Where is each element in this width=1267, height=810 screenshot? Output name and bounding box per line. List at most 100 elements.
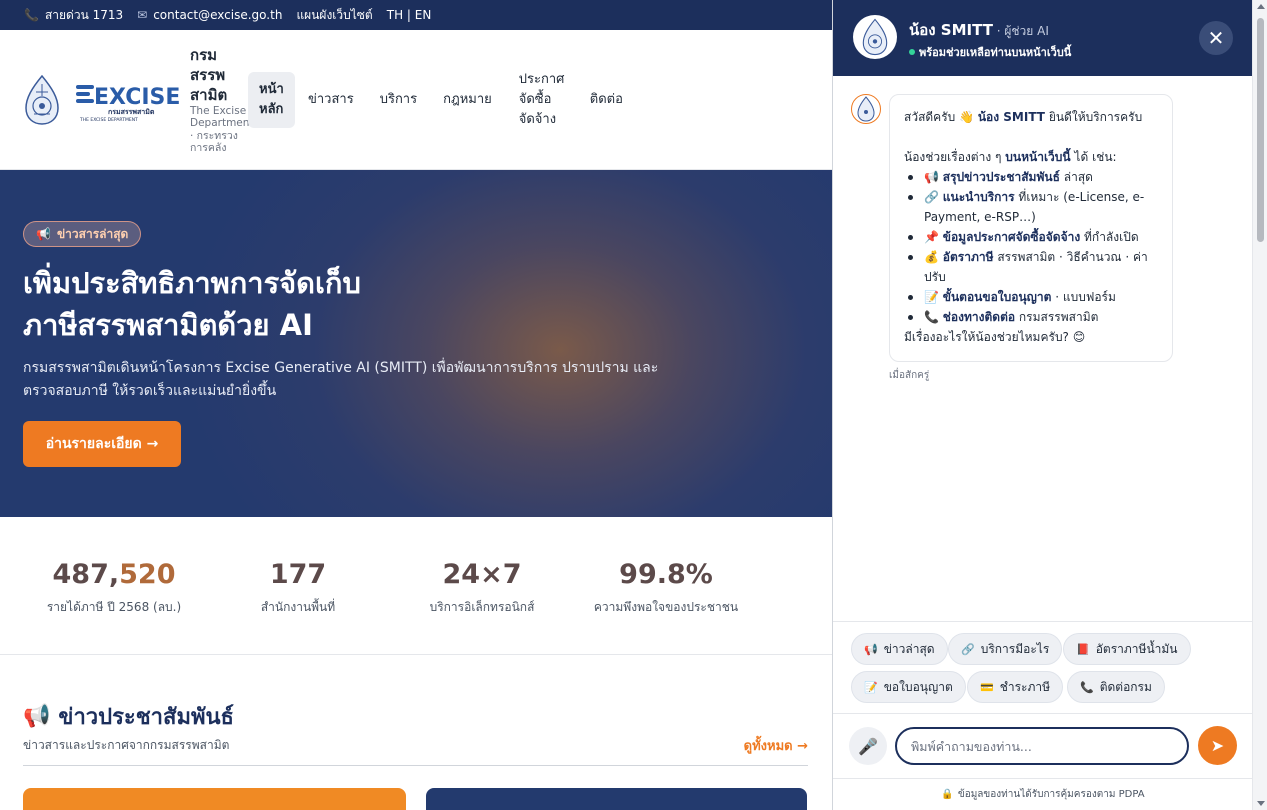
item-bold: แนะนำบริการ — [942, 190, 1015, 204]
hero-title-line2: ภาษีสรรพสามิตด้วย AI — [23, 308, 313, 342]
item-icon: 📝 — [924, 290, 943, 304]
chip-pay-tax[interactable]: 💳 ชำระภาษี — [967, 671, 1064, 703]
org-name: กรมสรรพสามิต — [190, 45, 228, 104]
list-item: 📞 ช่องทางติดต่อ กรมสรรพสามิต — [904, 307, 1158, 327]
chip-latest-news[interactable]: 📢 ข่าวล่าสุด — [851, 633, 948, 665]
item-icon: 💰 — [924, 250, 943, 264]
scroll-up-arrow-icon[interactable] — [1257, 4, 1265, 9]
assistant-role: · ผู้ช่วย AI — [992, 24, 1049, 38]
item-bold: ข้อมูลประกาศจัดซื้อจัดจ้าง — [942, 230, 1081, 244]
greeting-pre: สวัสดีครับ 👋 — [904, 110, 978, 124]
nav-contact[interactable]: ติดต่อ — [577, 90, 636, 110]
list-item: 📌 ข้อมูลประกาศจัดซื้อจัดจ้าง ที่กำลังเปิ… — [904, 227, 1158, 247]
view-all-link[interactable]: ดูทั้งหมด → — [744, 735, 808, 756]
hero-title: เพิ่มประสิทธิภาพการจัดเก็บ ภาษีสรรพสามิต… — [23, 262, 543, 346]
item-rest: กรมสรรพสามิต — [1015, 310, 1099, 324]
chip-license[interactable]: 📝 ขอใบอนุญาต — [851, 671, 966, 703]
phone-icon: 📞 — [24, 8, 39, 22]
top-bar: 📞 สายด่วน 1713 ✉ contact@excise.go.th แผ… — [0, 0, 832, 30]
stat-label: รายได้ภาษี ปี 2568 (ลบ.) — [46, 600, 182, 614]
item-bold: สรุปข่าวประชาสัมพันธ์ — [942, 170, 1060, 184]
emblem-icon — [862, 18, 888, 56]
intro-line: น้องช่วยเรื่องต่าง ๆ บนหน้าเว็บนี้ ได้ เ… — [904, 147, 1158, 167]
org-subtitle: The Excise Department · กระทรวงการคลัง — [190, 104, 254, 155]
mail-icon: ✉ — [137, 8, 148, 22]
list-item: 🔗 แนะนำบริการ ที่เหมาะ (e-License, e-Pay… — [904, 187, 1158, 227]
chat-input[interactable] — [895, 727, 1189, 765]
news-section: 📢 ข่าวประชาสัมพันธ์ ข่าวสารและประกาศจากก… — [0, 655, 832, 810]
assistant-status-text: พร้อมช่วยเหลือท่านบนหน้าเว็บนี้ — [919, 46, 1072, 59]
phone-icon: 📞 — [1080, 680, 1094, 694]
org-block: กรมสรรพสามิต The Excise Department · กระ… — [190, 45, 254, 155]
chip-label: ขอใบอนุญาต — [883, 679, 953, 694]
stat-value-accent: 520 — [119, 559, 176, 590]
stat-label: สำนักงานพื้นที่ — [260, 600, 336, 614]
assistant-avatar — [853, 15, 897, 59]
bot-message: สวัสดีครับ 👋 น้อง SMITT ยินดีให้บริการคร… — [889, 94, 1173, 362]
stat-value: 177 — [269, 559, 327, 590]
news-title-text: ข่าวประชาสัมพันธ์ — [58, 705, 234, 730]
email-text: contact@excise.go.th — [153, 8, 283, 22]
stat-offices: 177 สำนักงานพื้นที่ — [206, 517, 390, 654]
sitemap-text: แผนผังเว็บไซต์ — [296, 7, 373, 22]
quick-replies: 📢 ข่าวล่าสุด 🔗 บริการมีอะไร 📕 อัตราภาษีน้ำม… — [833, 621, 1253, 714]
excise-logo[interactable]: EXCISE กรมสรรพสามิต THE EXCISE DEPARTMEN… — [74, 77, 180, 123]
stat-value: 99.8% — [619, 559, 713, 590]
email-link[interactable]: ✉ contact@excise.go.th — [137, 8, 282, 22]
chip-services[interactable]: 🔗 บริการมีอะไร — [948, 633, 1063, 665]
scroll-thumb[interactable] — [1257, 18, 1264, 242]
assistant-name: น้อง SMITT · ผู้ช่วย AI — [909, 18, 1049, 42]
intro-pre: น้องช่วยเรื่องต่าง ๆ — [904, 150, 1006, 164]
nav-news[interactable]: ข่าวสาร — [295, 90, 367, 110]
item-rest: · แบบฟอร์ม — [1051, 290, 1116, 304]
item-rest: ล่าสุด — [1059, 170, 1093, 184]
nav-home[interactable]: หน้าหลัก — [248, 71, 295, 128]
stat-satisfaction: 99.8% ความพึงพอใจของประชาชน — [574, 517, 758, 654]
nav-services[interactable]: บริการ — [367, 90, 430, 110]
greeting-line: สวัสดีครับ 👋 น้อง SMITT ยินดีให้บริการคร… — [904, 107, 1158, 127]
nav-law[interactable]: กฎหมาย — [430, 90, 505, 110]
chip-label: บริการมีอะไร — [980, 641, 1050, 656]
pdpa-text: ข้อมูลของท่านได้รับการคุ้มครองตาม PDPA — [957, 789, 1145, 800]
send-icon: ➤ — [1210, 736, 1225, 755]
list-item: 📢 สรุปข่าวประชาสัมพันธ์ ล่าสุด — [904, 167, 1158, 187]
logo-sub-en: THE EXCISE DEPARTMENT — [79, 117, 138, 123]
greeting-post: ยินดีให้บริการครับ — [1045, 110, 1143, 124]
item-bold: ขั้นตอนขอใบอนุญาต — [942, 290, 1052, 304]
site-header: EXCISE กรมสรรพสามิต THE EXCISE DEPARTMEN… — [0, 30, 832, 170]
megaphone-icon: 📢 — [864, 642, 878, 656]
language-switch[interactable]: TH | EN — [387, 8, 432, 22]
hero-badge: 📢 ข่าวสารล่าสุด — [23, 221, 142, 247]
chip-label: ข่าวล่าสุด — [883, 641, 935, 656]
scroll-down-arrow-icon[interactable] — [1257, 801, 1265, 806]
megaphone-icon: 📢 — [36, 227, 51, 241]
assistant-name-text: น้อง SMITT — [909, 21, 993, 39]
link-icon: 🔗 — [961, 642, 975, 656]
close-button[interactable]: ✕ — [1199, 21, 1233, 55]
page-scrollbar[interactable] — [1252, 0, 1267, 810]
help-list: 📢 สรุปข่าวประชาสัมพันธ์ ล่าสุด 🔗 แนะนำบร… — [904, 167, 1158, 327]
send-button[interactable]: ➤ — [1198, 726, 1237, 765]
item-rest: ที่กำลังเปิด — [1080, 230, 1139, 244]
sitemap-link[interactable]: แผนผังเว็บไซต์ — [296, 6, 372, 25]
chip-contact[interactable]: 📞 ติดต่อกรม — [1067, 671, 1165, 703]
chip-label: ติดต่อกรม — [1099, 679, 1152, 694]
item-bold: ช่องทางติดต่อ — [942, 310, 1016, 324]
stat-label: ความพึงพอใจของประชาชน — [593, 600, 739, 614]
assistant-status: พร้อมช่วยเหลือท่านบนหน้าเว็บนี้ — [909, 43, 1071, 61]
list-item: 💰 อัตราภาษี สรรพสามิต · วิธีคำนวณ · ค่าป… — [904, 247, 1158, 287]
divider — [23, 765, 808, 766]
hero-title-line1: เพิ่มประสิทธิภาพการจัดเก็บ — [23, 266, 361, 300]
emblem-icon[interactable] — [22, 74, 62, 126]
hotline-link[interactable]: 📞 สายด่วน 1713 — [24, 6, 123, 25]
memo-icon: 📝 — [864, 680, 878, 694]
news-card[interactable] — [23, 788, 406, 810]
microphone-button[interactable]: 🎤 — [849, 727, 887, 765]
chip-oil-tax[interactable]: 📕 อัตราภาษีน้ำมัน — [1063, 633, 1191, 665]
lock-icon: 🔒 — [941, 789, 954, 800]
bot-avatar — [851, 94, 881, 124]
read-more-button[interactable]: อ่านรายละเอียด → — [23, 421, 181, 467]
news-card[interactable] — [426, 788, 807, 810]
nav-procurement[interactable]: ประกาศจัดซื้อจัดจ้าง — [505, 70, 577, 130]
